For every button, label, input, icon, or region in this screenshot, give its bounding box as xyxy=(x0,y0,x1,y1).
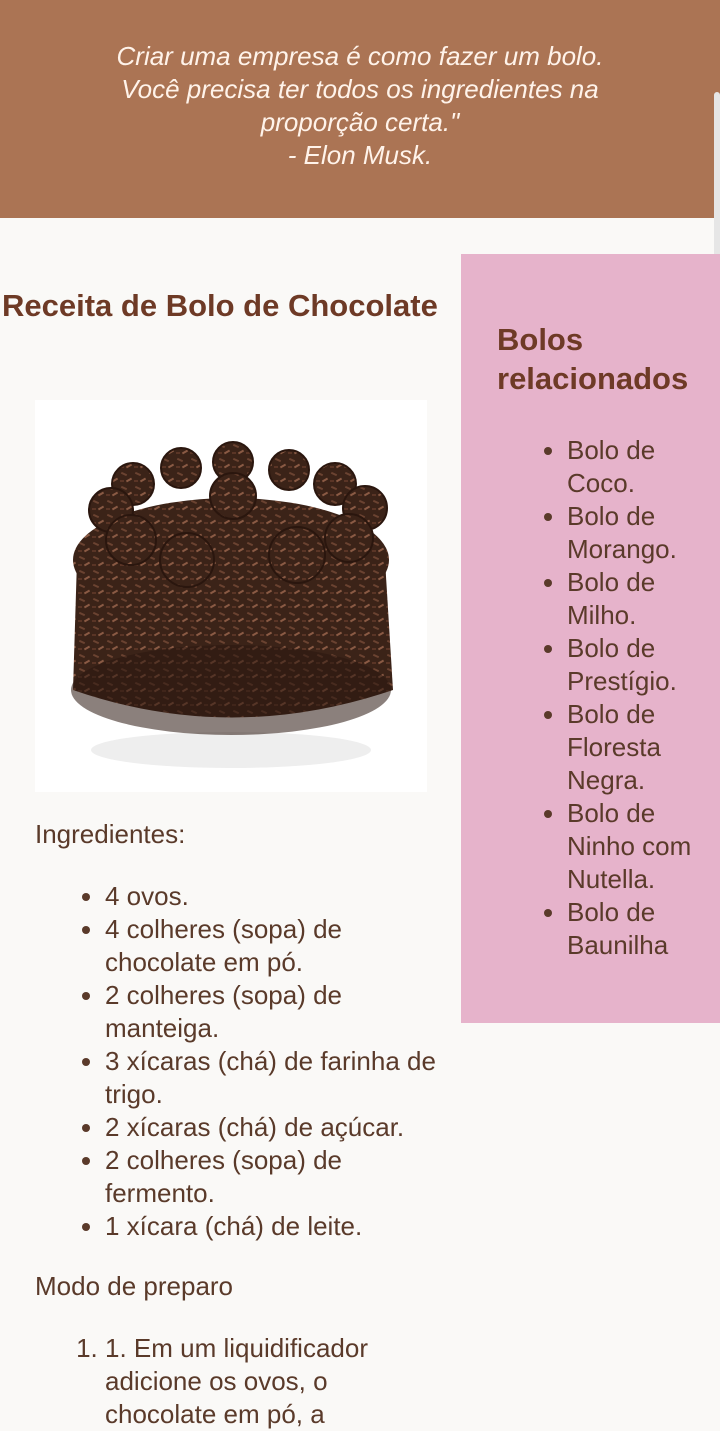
ingredients-label: Ingredientes: xyxy=(35,819,186,849)
related-cake-item: Bolo de Floresta Negra. xyxy=(567,698,700,797)
related-cake-item: Bolo de Milho. xyxy=(567,566,700,632)
list-item: 2 colheres (sopa) de fermento. xyxy=(105,1144,445,1210)
preparation-label: Modo de preparo xyxy=(35,1271,234,1301)
list-item: 1 xícara (chá) de leite. xyxy=(105,1210,445,1243)
related-cake-item: Bolo de Baunilha xyxy=(567,896,700,962)
list-item: 4 colheres (sopa) de chocolate em pó. xyxy=(105,913,445,979)
step-item: 1. Em um liquidificador adicione os ovos… xyxy=(105,1332,445,1431)
quote-line: Criar uma empresa é como fazer um bolo. xyxy=(116,41,604,71)
related-cakes-list: Bolo de Coco. Bolo de Morango. Bolo de M… xyxy=(497,434,700,962)
preparation-steps: 1. Em um liquidificador adicione os ovos… xyxy=(35,1332,445,1431)
page-title: Receita de Bolo de Chocolate xyxy=(2,288,438,323)
related-cakes-sidebar: Bolos relacionados Bolo de Coco. Bolo de… xyxy=(461,254,720,1023)
quote-line: Você precisa ter todos os ingredientes n… xyxy=(121,74,599,104)
related-cake-item: Bolo de Ninho com Nutella. xyxy=(567,797,700,896)
list-item: 3 xícaras (chá) de farinha de trigo. xyxy=(105,1045,445,1111)
related-cake-item: Bolo de Morango. xyxy=(567,500,700,566)
ingredients-list: 4 ovos. 4 colheres (sopa) de chocolate e… xyxy=(35,880,445,1243)
quote-author: - Elon Musk. xyxy=(287,140,433,170)
cake-image xyxy=(35,400,427,792)
list-item: 4 ovos. xyxy=(105,880,445,913)
chocolate-cake-illustration xyxy=(71,441,393,768)
list-item: 2 xícaras (chá) de açúcar. xyxy=(105,1111,445,1144)
related-cake-item: Bolo de Coco. xyxy=(567,434,700,500)
quote-line: proporção certa." xyxy=(260,107,460,137)
quote-banner: Criar uma empresa é como fazer um bolo. … xyxy=(0,0,720,218)
sidebar-title: Bolos relacionados xyxy=(497,322,689,396)
list-item: 2 colheres (sopa) de manteiga. xyxy=(105,979,445,1045)
related-cake-item: Bolo de Prestígio. xyxy=(567,632,700,698)
